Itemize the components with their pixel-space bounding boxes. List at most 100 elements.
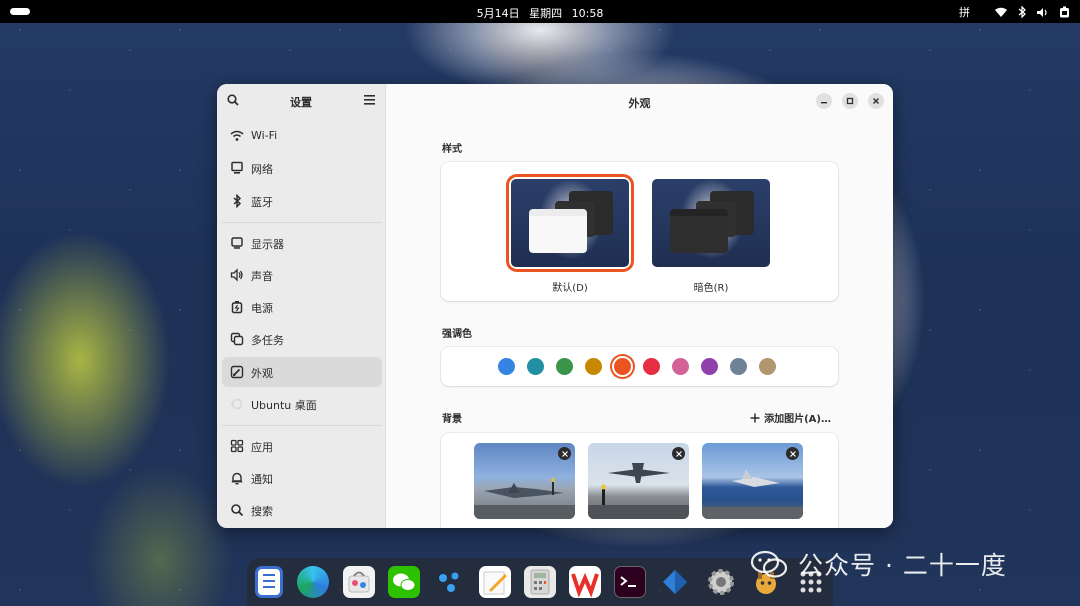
sidebar-item-notifications[interactable]: 通知 [222, 463, 382, 493]
add-image-button[interactable]: 添加图片(A)… [750, 410, 831, 425]
accent-color-option-7[interactable] [701, 358, 718, 375]
accent-color-option-3[interactable] [585, 358, 602, 375]
plus-icon [750, 413, 760, 422]
wechat-icon [393, 573, 416, 591]
accent-color-option-4[interactable] [614, 358, 631, 375]
sidebar-item-label: 外观 [251, 367, 273, 380]
close-icon [873, 98, 879, 104]
menu-icon[interactable] [364, 95, 375, 105]
style-option-label: 暗色(R) [693, 283, 729, 294]
dock-app-wechat[interactable] [388, 566, 420, 598]
sidebar-title: 设置 [290, 96, 312, 109]
background-section-label: 背景 [442, 414, 462, 425]
dock [247, 558, 833, 606]
dots-app-icon [439, 572, 459, 592]
input-method-indicator[interactable]: 拼 [959, 4, 970, 20]
system-tray[interactable]: 拼 [959, 4, 1070, 20]
accent-color-option-5[interactable] [643, 358, 660, 375]
wps-icon [571, 572, 599, 598]
sidebar-item-appearance[interactable]: 外观 [222, 357, 382, 387]
remove-background-button[interactable] [672, 447, 685, 460]
maximize-button[interactable] [842, 93, 858, 109]
sidebar-item-bluetooth[interactable]: 蓝牙 [222, 186, 382, 216]
store-icon [348, 571, 370, 593]
dock-app-notes[interactable] [255, 566, 283, 598]
background-thumbnail[interactable] [474, 443, 575, 519]
sidebar-item-network[interactable]: 网络 [222, 153, 382, 183]
style-card: 默认(D) 暗色(R) [441, 162, 838, 301]
dock-app-text-editor[interactable] [479, 566, 511, 598]
close-icon [561, 450, 568, 457]
dock-app-settings[interactable] [705, 566, 737, 598]
bell-icon [231, 472, 243, 485]
sidebar-item-display[interactable]: 显示器 [222, 228, 382, 258]
sidebar-item-power[interactable]: 电源 [222, 292, 382, 322]
sidebar-separator [222, 425, 382, 426]
dock-app-software-store[interactable] [343, 566, 375, 598]
appearance-icon [230, 365, 244, 379]
sidebar-item-label: 搜索 [251, 505, 273, 518]
sidebar-item-label: 蓝牙 [251, 196, 273, 209]
style-option-dark[interactable]: 暗色(R) [650, 177, 772, 294]
sidebar-item-wifi[interactable]: Wi-Fi [222, 121, 382, 151]
gear-icon [708, 569, 734, 595]
background-thumbnail[interactable] [588, 443, 689, 519]
watermark: 公众号 · 二十一度 [748, 544, 1007, 584]
multitasking-icon [230, 332, 244, 346]
accent-color-option-8[interactable] [730, 358, 747, 375]
remove-background-button[interactable] [558, 447, 571, 460]
sidebar-item-search[interactable]: 搜索 [222, 495, 382, 525]
style-option-default[interactable]: 默认(D) [509, 177, 631, 294]
remove-background-button[interactable] [786, 447, 799, 460]
volume-icon [1037, 7, 1047, 17]
close-button[interactable] [868, 93, 884, 109]
sidebar-item-label: 通知 [251, 473, 273, 486]
sidebar-item-label: Wi-Fi [251, 129, 278, 142]
close-icon [675, 450, 682, 457]
clock-time: 10:58 [571, 7, 604, 20]
sidebar-header: 设置 [217, 84, 385, 118]
add-image-label: 添加图片(A)… [764, 414, 831, 425]
accent-color-option-2[interactable] [556, 358, 573, 375]
clock-weekday: 星期四 [529, 7, 563, 20]
accent-color-option-0[interactable] [498, 358, 515, 375]
sidebar-item-multitasking[interactable]: 多任务 [222, 324, 382, 354]
light-window-preview [529, 209, 587, 253]
close-icon [789, 450, 796, 457]
bluetooth-icon [233, 194, 242, 208]
accent-color-option-1[interactable] [527, 358, 544, 375]
accent-color-option-6[interactable] [672, 358, 689, 375]
sidebar-item-ubuntu-desktop[interactable]: Ubuntu 桌面 [222, 389, 382, 419]
power-icon [231, 301, 243, 314]
background-thumbnail[interactable] [702, 443, 803, 519]
search-icon [231, 504, 244, 517]
sidebar-item-label: 显示器 [251, 238, 284, 251]
style-option-label: 默认(D) [552, 283, 588, 294]
dock-app-terminal[interactable] [614, 566, 646, 598]
accent-section-label: 强调色 [442, 329, 472, 340]
sidebar-item-apps[interactable]: 应用 [222, 431, 382, 461]
sidebar-item-label: Ubuntu 桌面 [251, 399, 317, 412]
dock-app-code-editor[interactable] [659, 566, 691, 598]
accent-color-option-9[interactable] [759, 358, 776, 375]
ubuntu-icon [231, 398, 243, 410]
sidebar-item-sound[interactable]: 声音 [222, 260, 382, 290]
apps-icon [230, 439, 244, 453]
maximize-icon [846, 97, 854, 105]
display-icon [231, 237, 243, 249]
minimize-button[interactable] [816, 93, 832, 109]
dock-app-edge[interactable] [297, 566, 329, 598]
dock-app-calculator[interactable] [524, 566, 556, 598]
clock[interactable]: 5月14日 星期四 10:58 [0, 5, 1080, 21]
sidebar-item-label: 电源 [251, 302, 273, 315]
top-bar: 5月14日 星期四 10:58 拼 [0, 0, 1080, 23]
sidebar-item-label: 网络 [251, 163, 273, 176]
dock-app-dots[interactable] [433, 566, 465, 598]
code-editor-icon [663, 570, 687, 594]
minimize-icon [821, 102, 827, 104]
calculator-icon [530, 569, 550, 595]
sidebar-item-label: 多任务 [251, 334, 284, 347]
dock-app-wps[interactable] [569, 566, 601, 598]
sidebar: 设置 Wi-Fi 网络 蓝牙 显示器 声音 电源 多任务 外观 Ubuntu 桌… [217, 84, 386, 528]
appearance-panel: 外观 样式 默认(D) 暗色(R) 强调色 背景 添加图片(A)… [386, 84, 893, 528]
